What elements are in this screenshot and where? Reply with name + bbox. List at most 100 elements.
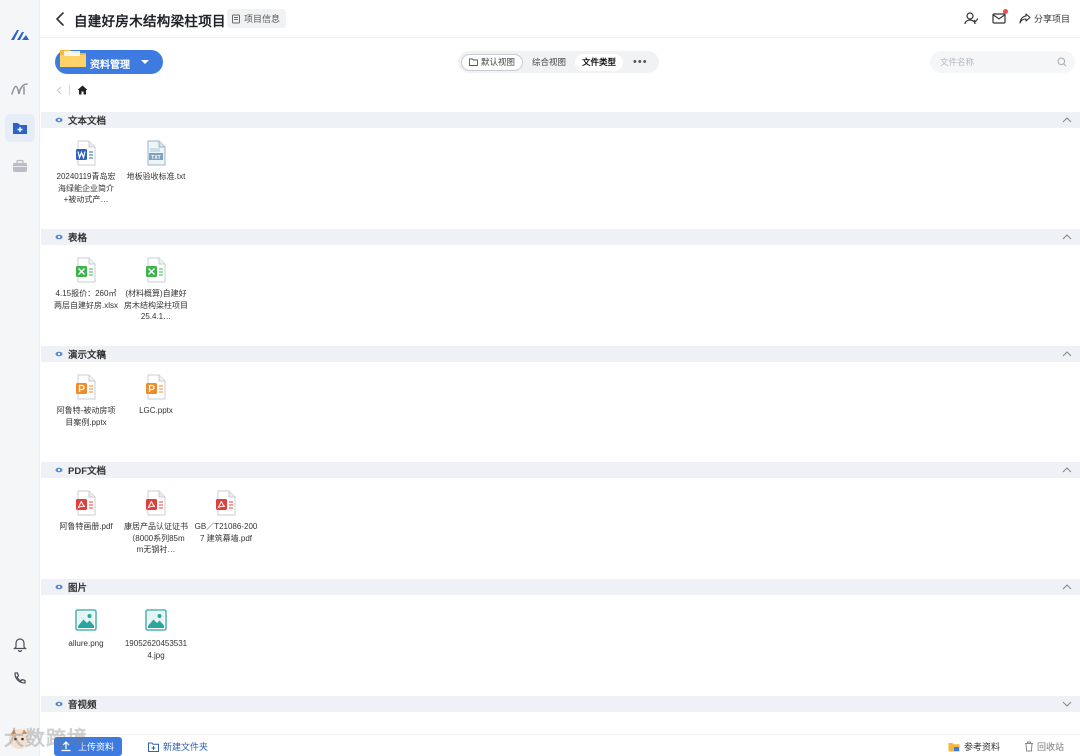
resource-manager-dropdown[interactable]: 资料管理 [55,50,163,74]
section-header[interactable]: 图片 [41,579,1080,595]
new-folder-label: 新建文件夹 [163,742,209,752]
file-item[interactable]: 4.15报价：260㎡两层自建好房.xlsx [54,257,118,311]
file-item[interactable]: 190526204535314.jpg [124,607,188,661]
file-name: 190526204535314.jpg [124,639,188,660]
document-icon [232,14,240,23]
section-header[interactable]: 表格 [41,229,1080,245]
recycle-bin-button[interactable]: 回收站 [1024,740,1064,753]
chevron-up-icon[interactable] [1062,116,1072,124]
reference-materials-button[interactable]: 参考资料 [948,740,1000,753]
upload-label: 上传资料 [78,742,115,752]
home-icon[interactable] [77,85,88,95]
reference-materials-label: 参考资料 [963,742,1000,752]
breadcrumb-divider [69,85,70,95]
bell-icon[interactable] [9,633,31,655]
section-title: 音视频 [68,700,97,711]
section-title: 表格 [68,233,88,244]
file-name: allure.png [68,639,104,648]
section-header[interactable]: 演示文稿 [41,346,1080,362]
file-name: 地板验收标准.txt [126,172,186,181]
briefcase-icon[interactable] [9,155,31,177]
section-header[interactable]: PDF文档 [41,462,1080,478]
bottom-toolbar: 上传资料 新建文件夹 参考资料 回收站 [40,734,1080,756]
file-name: 4.15报价：260㎡两层自建好房.xlsx [54,289,118,310]
view-switcher: 默认视图 综合视图 文件类型 ••• [458,51,659,73]
members-icon[interactable] [963,10,979,26]
more-options-button[interactable]: ••• [625,54,656,71]
excel-file-icon [75,257,97,283]
pdf-file-icon [215,490,237,516]
back-arrow-icon[interactable] [54,11,68,27]
file-name: 康居产品认证证书（8000系列85mm无钢衬… [124,522,188,554]
page-header: 自建好房木结构梁柱项目 项目信息 分享项目 [40,0,1080,38]
chevron-up-icon[interactable] [1062,233,1072,241]
file-item[interactable]: (材料概算)自建好房木结构梁柱项目25.4.1… [124,257,188,323]
file-search-input[interactable] [930,51,1075,73]
chevron-up-icon[interactable] [1062,466,1072,474]
app-logo-icon[interactable] [9,26,31,44]
chevron-left-icon[interactable] [56,86,62,95]
eye-dot-icon [55,351,63,357]
eye-dot-icon [55,234,63,240]
section-title: 文本文档 [68,116,107,127]
file-name: 20240119青岛宏海绿能企业简介+被动式产… [56,172,116,204]
eye-dot-icon [55,701,63,707]
unread-dot [1002,9,1008,14]
file-item[interactable]: GB／T21086-2007 建筑幕墙.pdf [194,490,258,544]
file-item[interactable]: 阿鲁特画册.pdf [54,490,118,533]
file-name: GB／T21086-2007 建筑幕墙.pdf [194,522,258,543]
tab-file-type[interactable]: 文件类型 [575,53,624,71]
file-name: LGC.pptx [139,406,173,415]
caret-down-icon [141,60,149,64]
project-files-icon[interactable] [5,114,35,142]
ai-assistant-icon[interactable] [9,78,31,100]
search-icon[interactable] [1057,57,1067,67]
share-icon [1019,12,1031,24]
section-header[interactable]: 文本文档 [41,112,1080,128]
reference-folder-icon [948,742,960,751]
phone-icon[interactable] [9,667,31,689]
ppt-file-icon [75,374,97,400]
pdf-file-icon [75,490,97,516]
image-file-icon [75,607,97,633]
user-avatar-icon[interactable] [4,726,34,752]
left-rail [0,0,40,756]
image-file-icon [145,607,167,633]
file-item[interactable]: 20240119青岛宏海绿能企业简介+被动式产… [54,140,118,206]
chevron-up-icon[interactable] [1062,583,1072,591]
folder-icon [60,50,86,67]
tab-default-view[interactable]: 默认视图 [461,53,524,71]
section-title: 演示文稿 [68,350,107,361]
excel-file-icon [145,257,167,283]
tab-file-type-label: 文件类型 [582,57,617,67]
upload-button[interactable]: 上传资料 [54,737,123,756]
project-info-label: 项目信息 [244,14,281,24]
eye-dot-icon [55,467,63,473]
eye-dot-icon [55,117,63,123]
breadcrumb [56,85,88,95]
word-file-icon [75,140,97,166]
chevron-up-icon[interactable] [1062,350,1072,358]
file-item[interactable]: 阿鲁特-被动房项目案例.pptx [54,374,118,428]
chevron-down-icon[interactable] [1062,700,1072,708]
ppt-file-icon [145,374,167,400]
share-label: 分享项目 [1033,13,1070,24]
svg-text:TXT: TXT [151,155,160,161]
file-item[interactable]: TXT 地板验收标准.txt [124,140,188,183]
pdf-file-icon [145,490,167,516]
recycle-bin-label: 回收站 [1036,742,1064,752]
section-header[interactable]: 音视频 [41,696,1080,712]
section-title: 图片 [68,583,88,594]
new-folder-button[interactable]: 新建文件夹 [148,740,208,753]
file-item[interactable]: 康居产品认证证书（8000系列85mm无钢衬… [124,490,188,556]
new-folder-icon [148,742,159,752]
mail-icon[interactable] [991,9,1008,26]
share-project-button[interactable]: 分享项目 [1019,12,1070,25]
file-item[interactable]: LGC.pptx [124,374,188,417]
trash-icon [1024,741,1033,752]
project-info-button[interactable]: 项目信息 [227,9,287,28]
txt-file-icon: TXT [145,140,167,166]
file-name: (材料概算)自建好房木结构梁柱项目25.4.1… [124,289,188,321]
tab-combined-view[interactable]: 综合视图 [525,54,573,71]
file-item[interactable]: allure.png [54,607,118,650]
